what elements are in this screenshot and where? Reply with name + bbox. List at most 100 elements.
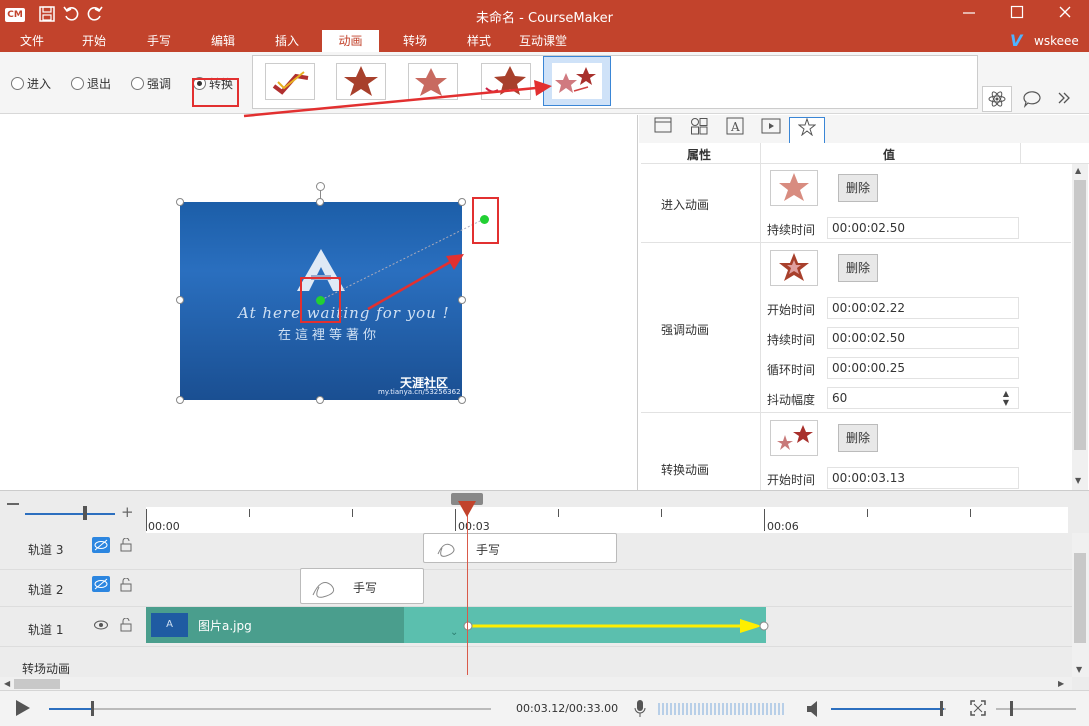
handwrite-clip-track3[interactable]: 手写 xyxy=(423,533,617,563)
progress-track[interactable] xyxy=(49,708,491,710)
scroll-left-icon[interactable]: ◀ xyxy=(4,679,10,688)
time-readout: 00:03.12/00:33.00 xyxy=(516,702,619,715)
ruler-tick xyxy=(661,509,662,517)
ruler-tick xyxy=(558,509,559,517)
anim-thumb-check[interactable] xyxy=(265,63,315,100)
size-slider-thumb[interactable] xyxy=(1010,701,1013,716)
menu-insert[interactable]: 插入 xyxy=(265,30,309,52)
ruler-label: 00:03 xyxy=(458,520,490,533)
handwrite-clip-track2[interactable]: 手写 xyxy=(300,568,424,604)
scroll-thumb[interactable] xyxy=(14,679,60,689)
track1-label: 轨道 1 xyxy=(28,623,64,637)
annotation-box-end xyxy=(472,197,499,244)
enter-animation-label: 进入动画 xyxy=(661,198,710,212)
visibility-icon[interactable] xyxy=(92,618,110,635)
radio-dot xyxy=(11,76,24,90)
scroll-right-icon[interactable]: ▶ xyxy=(1058,679,1064,688)
emphasis-start-field[interactable]: 00:00:02.22 xyxy=(827,297,1019,319)
tab-layout-icon[interactable] xyxy=(649,117,677,141)
slide-canvas[interactable]: At here waiting for you ! 在這裡等著你 天涯社区 my… xyxy=(0,115,638,490)
annotation-box-start xyxy=(300,277,341,323)
unlock-icon[interactable] xyxy=(120,537,132,555)
header-value: 值 xyxy=(883,148,896,162)
emphasis-duration-field[interactable]: 00:00:02.50 xyxy=(827,327,1019,349)
fullscreen-icon[interactable] xyxy=(970,700,986,719)
timeline-vscrollbar[interactable]: ▼ xyxy=(1072,533,1089,677)
timeline-ruler[interactable] xyxy=(146,507,1068,533)
emphasis-loop-field[interactable]: 00:00:00.25 xyxy=(827,357,1019,379)
anim-thumb-star-1[interactable] xyxy=(336,63,386,100)
menu-style[interactable]: 样式 xyxy=(457,30,501,52)
menu-file[interactable]: 文件 xyxy=(10,30,54,52)
emphasis-shake-spinbox[interactable]: 60 xyxy=(827,387,1019,409)
close-icon[interactable] xyxy=(1055,5,1075,25)
progress-fill xyxy=(49,708,91,710)
chevrons-right-icon[interactable] xyxy=(1056,90,1076,110)
ruler-label: 00:00 xyxy=(148,520,180,533)
props-scrollbar[interactable]: ▲ ▼ xyxy=(1072,164,1088,490)
ruler-tick xyxy=(146,509,147,531)
visibility-hidden-icon[interactable] xyxy=(92,537,110,553)
playhead[interactable] xyxy=(467,493,468,675)
scroll-down-icon[interactable]: ▼ xyxy=(1076,665,1082,674)
scroll-thumb[interactable] xyxy=(1074,553,1086,643)
zoom-out-icon[interactable] xyxy=(7,503,19,505)
menu-start[interactable]: 开始 xyxy=(72,30,116,52)
progress-thumb[interactable] xyxy=(90,701,94,716)
scroll-thumb[interactable] xyxy=(1074,180,1086,450)
unlock-icon[interactable] xyxy=(120,577,132,595)
radio-label: 退出 xyxy=(87,76,112,91)
atom-icon[interactable] xyxy=(982,86,1012,112)
title-bar: CM 未命名 - CourseMaker xyxy=(0,0,1089,30)
visibility-hidden-icon[interactable] xyxy=(92,576,110,592)
delete-enter-button[interactable]: 删除 xyxy=(838,174,878,202)
minimize-icon[interactable] xyxy=(959,5,979,25)
tab-text-icon[interactable]: A xyxy=(721,117,749,141)
radio-emphasis[interactable]: 强调 xyxy=(131,74,171,92)
anim-thumb-transform-selected[interactable] xyxy=(543,56,611,106)
chevron-down-icon[interactable]: ⌄ xyxy=(450,627,458,638)
tab-star-icon[interactable] xyxy=(789,117,825,143)
menu-transition[interactable]: 转场 xyxy=(393,30,437,52)
transform-animation-thumb[interactable] xyxy=(770,420,818,456)
speaker-icon[interactable] xyxy=(806,700,822,721)
transform-start-field[interactable]: 00:00:03.13 xyxy=(827,467,1019,489)
annotation-box-transform xyxy=(192,78,239,107)
anim-thumb-star-3[interactable] xyxy=(481,63,531,100)
timeline-hscrollbar[interactable]: ◀ ▶ xyxy=(0,677,1072,691)
ruler-tick xyxy=(970,509,971,517)
delete-transform-button[interactable]: 删除 xyxy=(838,424,878,452)
tab-grid-icon[interactable] xyxy=(685,117,713,141)
volume-thumb[interactable] xyxy=(939,701,943,716)
svg-text:A: A xyxy=(730,120,740,134)
ruler-tick xyxy=(352,509,353,517)
size-slider-track[interactable] xyxy=(996,708,1076,710)
zoom-in-icon[interactable]: + xyxy=(121,505,134,520)
menu-interactive-class[interactable]: 互动课堂 xyxy=(513,30,573,52)
enter-duration-field[interactable]: 00:00:02.50 xyxy=(827,217,1019,239)
prop-section-divider xyxy=(641,412,1071,413)
microphone-icon[interactable] xyxy=(633,699,647,722)
anim-thumb-star-2[interactable] xyxy=(408,63,458,100)
zoom-slider-thumb[interactable] xyxy=(83,506,87,520)
menu-handwrite[interactable]: 手写 xyxy=(137,30,181,52)
unlock-icon[interactable] xyxy=(120,617,132,635)
clip-label: 手写 xyxy=(353,581,378,595)
scroll-down-icon[interactable]: ▼ xyxy=(1075,476,1081,485)
enter-animation-thumb[interactable] xyxy=(770,170,818,206)
username[interactable]: wskeee xyxy=(1034,34,1079,48)
zoom-slider-track[interactable] xyxy=(25,513,115,515)
radio-enter[interactable]: 进入 xyxy=(11,74,51,92)
emphasis-animation-thumb[interactable] xyxy=(770,250,818,286)
spinbox-arrows-icon[interactable]: ▲ ▼ xyxy=(999,389,1013,407)
comment-icon[interactable] xyxy=(1022,90,1044,110)
delete-emphasis-button[interactable]: 删除 xyxy=(838,254,878,282)
menu-edit[interactable]: 编辑 xyxy=(201,30,245,52)
maximize-icon[interactable] xyxy=(1007,5,1027,25)
prop-header-divider xyxy=(1020,143,1021,164)
play-icon[interactable] xyxy=(16,700,30,716)
tab-video-icon[interactable] xyxy=(757,117,785,141)
menu-animation[interactable]: 动画 xyxy=(322,30,379,52)
radio-exit[interactable]: 退出 xyxy=(71,74,111,92)
scroll-up-icon[interactable]: ▲ xyxy=(1075,166,1081,175)
